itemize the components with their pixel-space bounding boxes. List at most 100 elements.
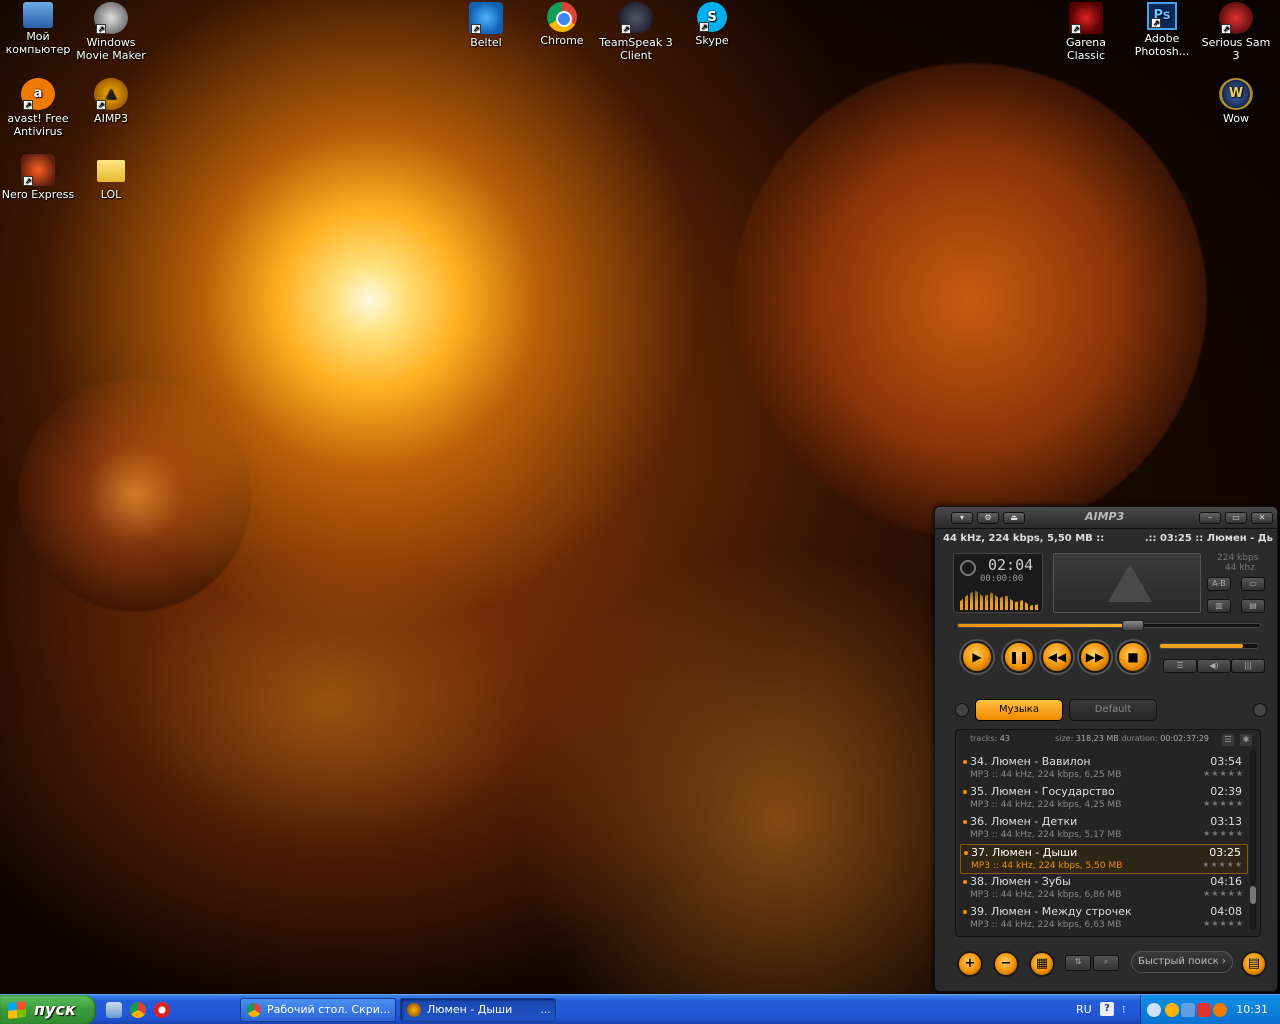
- aimp-minimize-button[interactable]: –: [1199, 512, 1221, 524]
- opera-quicklaunch-icon[interactable]: [154, 1002, 170, 1018]
- aimp-tab-left-arrow-icon[interactable]: [955, 703, 969, 717]
- aimp-playlist[interactable]: tracks: 43 size: 318,23 MB duration: 00:…: [955, 729, 1261, 937]
- track-rating-stars-icon[interactable]: ★★★★★: [1203, 919, 1244, 928]
- aimp-quick-search[interactable]: Быстрый поиск ›: [1131, 951, 1233, 973]
- aimp-volume-slider[interactable]: [1159, 643, 1259, 649]
- track-rating-stars-icon[interactable]: ★★★★★: [1203, 769, 1244, 778]
- aimp-close-button[interactable]: ✕: [1251, 512, 1273, 524]
- desktop-icon-serious-sam[interactable]: ↗ Serious Sam 3: [1198, 2, 1274, 62]
- aimp-playlist-scrollbar[interactable]: [1250, 750, 1256, 930]
- track-rating-stars-icon[interactable]: ★★★★★: [1203, 889, 1244, 898]
- desktop-icon-avast[interactable]: a ↗ avast! Free Antivirus: [0, 78, 76, 138]
- desktop-icon-label: AIMP3: [94, 112, 128, 125]
- playlist-track[interactable]: 36. Люмен - Детки 03:13 MP3 :: 44 kHz, 224…: [960, 814, 1248, 844]
- desktop-icon-beltel[interactable]: ↗ Beltel: [448, 2, 524, 49]
- playlist-track[interactable]: 34. Люмен - Вавилон 03:54 MP3 :: 44 kHz, 2…: [960, 754, 1248, 784]
- aimp-tab-music[interactable]: Музыка: [975, 699, 1063, 721]
- avast-tray-icon[interactable]: [1213, 1003, 1227, 1017]
- desktop-icon-teamspeak[interactable]: ↗ TeamSpeak 3 Client: [598, 2, 674, 62]
- playlist-track[interactable]: 35. Люмен - Государство 02:39 MP3 :: 44 kH…: [960, 784, 1248, 814]
- aimp-seek-bar[interactable]: [957, 620, 1261, 631]
- language-indicator[interactable]: RU: [1076, 995, 1092, 1024]
- aimp-equalizer-icon[interactable]: ▭: [1241, 577, 1265, 591]
- aimp-visual-mode-icon[interactable]: ▤: [1241, 599, 1265, 613]
- desktop-icon-garena[interactable]: ↗ Garena Classic: [1048, 2, 1124, 62]
- track-rating-stars-icon[interactable]: ★★★★★: [1203, 799, 1244, 808]
- desktop-icon-label: Windows Movie Maker: [76, 36, 146, 62]
- desktop-icon-lol[interactable]: LOL: [73, 154, 149, 201]
- desktop-icon-photoshop[interactable]: Ps ↗ Adobe Photosh...: [1124, 2, 1200, 58]
- desktop-icon-skype[interactable]: S ↗ Skype: [674, 2, 750, 47]
- aimp-eq-bars-icon[interactable]: |||: [1231, 659, 1265, 673]
- aimp-scroll-thumb[interactable]: [1250, 886, 1256, 904]
- garena-icon: ↗: [1069, 2, 1103, 34]
- aimp-playlist-menu-icon[interactable]: ☰: [1222, 734, 1234, 746]
- playlist-track-current[interactable]: 37. Люмен - Дыши 03:25 MP3 :: 44 kHz, 224 …: [960, 844, 1248, 874]
- aimp-info-line: 44 kHz, 224 kbps, 5,50 MB :: .:: 03:25 :…: [943, 533, 1273, 547]
- aimp-seek-fill: [958, 624, 1134, 627]
- aimp-tray-icon[interactable]: [1165, 1003, 1179, 1017]
- aimp-stop-button[interactable]: ■: [1117, 641, 1149, 673]
- movie-maker-icon: ↗: [94, 2, 128, 34]
- show-desktop-icon[interactable]: [106, 1002, 122, 1018]
- track-meta: MP3 :: 44 kHz, 224 kbps, 6,25 MB: [970, 770, 1122, 780]
- aimp-ab-repeat-button[interactable]: A-B: [1207, 577, 1231, 591]
- aimp-add-button[interactable]: +: [957, 951, 983, 977]
- track-meta: MP3 :: 44 kHz, 224 kbps, 5,50 MB: [971, 861, 1123, 871]
- network-icon[interactable]: ⁝: [1122, 1003, 1126, 1016]
- aimp-tab-right-arrow-icon[interactable]: [1253, 703, 1267, 717]
- help-icon[interactable]: ?: [1100, 1002, 1114, 1016]
- aimp-sort-button[interactable]: ▦: [1029, 951, 1055, 977]
- aimp-tab-default[interactable]: Default: [1069, 699, 1157, 721]
- windows-flag-icon: [8, 1001, 26, 1019]
- track-duration: 03:13: [1210, 815, 1242, 828]
- aimp-titlebar[interactable]: ▾ ⚙ ⏏ AIMP3 – ▭ ✕: [935, 507, 1277, 529]
- track-rating-stars-icon[interactable]: ★★★★★: [1203, 829, 1244, 838]
- chrome-quicklaunch-icon[interactable]: [130, 1002, 146, 1018]
- antivirus-tray-icon[interactable]: [1197, 1003, 1211, 1017]
- aimp-restore-button[interactable]: ▭: [1225, 512, 1247, 524]
- track-duration: 04:08: [1210, 905, 1242, 918]
- aimp-visualization[interactable]: [1053, 553, 1201, 613]
- track-duration: 02:39: [1210, 785, 1242, 798]
- taskbar-task-chrome[interactable]: Рабочий стол. Скри...: [240, 998, 396, 1022]
- aimp-time-sub: 00:00:00: [980, 574, 1024, 584]
- wow-icon: W: [1219, 78, 1253, 110]
- aimp-shuffle-icon[interactable]: ⇅: [1065, 955, 1091, 971]
- desktop-icon-aimp3[interactable]: ▲ ↗ AIMP3: [73, 78, 149, 125]
- taskbar-task-aimp[interactable]: Люмен - Дыши ...: [400, 998, 556, 1022]
- desktop-icon-label: Skype: [695, 34, 729, 47]
- aimp-playlist-pin-icon[interactable]: ✱: [1240, 734, 1252, 746]
- desktop-icon-movie-maker[interactable]: ↗ Windows Movie Maker: [73, 2, 149, 62]
- desktop-icon-wow[interactable]: W Wow: [1198, 78, 1274, 125]
- aimp-pause-button[interactable]: ❚❚: [1003, 641, 1035, 673]
- network-tray-icon[interactable]: [1181, 1003, 1195, 1017]
- desktop-icon-my-computer[interactable]: Мой компьютер: [0, 2, 76, 56]
- aimp-seek-knob[interactable]: [1122, 620, 1145, 631]
- aimp-next-button[interactable]: ▶▶: [1079, 641, 1111, 673]
- start-button[interactable]: пуск: [0, 995, 96, 1024]
- playlist-track[interactable]: 39. Люмен - Между строчек 04:08 MP3 :: 44 …: [960, 904, 1248, 934]
- search-icon[interactable]: ⌕: [1093, 955, 1119, 971]
- desktop-icon-chrome[interactable]: Chrome: [524, 2, 600, 47]
- aimp-spectrum-icon[interactable]: ▥: [1207, 599, 1231, 613]
- tray-arrow-icon[interactable]: [1147, 1003, 1161, 1017]
- desktop-icon-nero[interactable]: ↗ Nero Express: [0, 154, 76, 201]
- playlist-track[interactable]: 38. Люмен - Зубы 04:16 MP3 :: 44 kHz, 224 …: [960, 874, 1248, 904]
- aimp-prev-button[interactable]: ◀◀: [1041, 641, 1073, 673]
- track-rating-stars-icon[interactable]: ★★★★★: [1202, 860, 1243, 869]
- aimp-playlist-icon[interactable]: ☰: [1163, 659, 1197, 673]
- clock[interactable]: 10:31: [1236, 995, 1268, 1024]
- aimp-play-button[interactable]: ▶: [961, 641, 993, 673]
- aimp-remove-button[interactable]: −: [993, 951, 1019, 977]
- aimp-logo: AIMP3: [1085, 510, 1125, 523]
- aimp-settings-icon[interactable]: ⚙: [977, 512, 999, 524]
- aimp-playlist-menu-button[interactable]: ▤: [1241, 951, 1267, 977]
- track-title: 38. Люмен - Зубы: [970, 875, 1071, 888]
- track-meta: MP3 :: 44 kHz, 224 kbps, 5,17 MB: [970, 830, 1122, 840]
- aimp-window[interactable]: ▾ ⚙ ⏏ AIMP3 – ▭ ✕ 44 kHz, 224 kbps, 5,50…: [934, 506, 1278, 992]
- desktop-icon-label: Wow: [1223, 112, 1249, 125]
- aimp-eject-icon[interactable]: ⏏: [1003, 512, 1025, 524]
- aimp-menu-button[interactable]: ▾: [951, 512, 973, 524]
- aimp-mute-icon[interactable]: ◀): [1197, 659, 1231, 673]
